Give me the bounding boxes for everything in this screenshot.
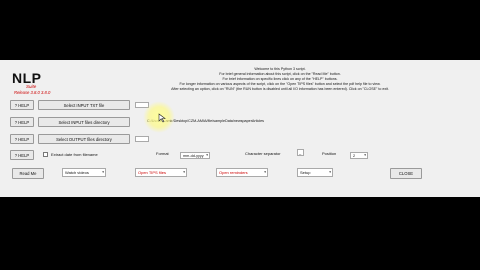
select-input-txt-button[interactable]: Select INPUT TXT file xyxy=(38,100,130,110)
help-button-input-txt[interactable]: ? HELP xyxy=(10,100,34,110)
chevron-down-icon: ▾ xyxy=(206,153,208,157)
watch-videos-select[interactable]: Watch videos ▾ xyxy=(62,168,106,177)
select-input-dir-button[interactable]: Select INPUT files directory xyxy=(38,117,130,127)
extract-date-label: Extract date from filename xyxy=(51,152,98,157)
watch-videos-label: Watch videos xyxy=(65,170,89,175)
intro-line: After selecting an option, click on "RUN… xyxy=(171,87,389,91)
open-reminders-select[interactable]: Open reminders ▾ xyxy=(216,168,268,177)
format-label: Format xyxy=(156,151,169,156)
separator-label: Character separator xyxy=(245,151,281,156)
open-reminders-label: Open reminders xyxy=(219,170,248,175)
help-button-output-dir[interactable]: ? HELP xyxy=(10,134,34,144)
position-value: 2 xyxy=(353,153,356,158)
nlp-logo-suite: Suite xyxy=(26,84,37,89)
position-select[interactable]: 2 ▾ xyxy=(350,152,368,159)
extract-date-checkbox[interactable] xyxy=(43,152,48,157)
chevron-down-icon: ▾ xyxy=(329,170,331,174)
mouse-pointer-icon xyxy=(158,113,166,123)
format-select[interactable]: mm-dd-yyyy ▾ xyxy=(180,152,210,159)
chevron-down-icon: ▾ xyxy=(102,170,104,174)
setup-select[interactable]: Setup ▾ xyxy=(297,168,333,177)
intro-text: Welcome to this Python 3 script. For bri… xyxy=(155,67,405,92)
close-button[interactable]: CLOSE xyxy=(390,168,422,179)
chevron-down-icon: ▾ xyxy=(183,170,185,174)
open-tips-select[interactable]: Open TIPS files ▾ xyxy=(135,168,187,177)
format-value: mm-dd-yyyy xyxy=(183,153,204,158)
release-label: Release 3.8.0 3.8.0 xyxy=(14,90,51,95)
app-window: NLP Suite Release 3.8.0 3.8.0 Welcome to… xyxy=(0,60,480,197)
setup-label: Setup xyxy=(300,170,311,175)
help-button-options[interactable]: ? HELP xyxy=(10,150,34,160)
chevron-down-icon: ▾ xyxy=(364,153,366,157)
position-label: Position xyxy=(322,151,337,156)
read-me-button[interactable]: Read Me xyxy=(12,168,44,179)
separator-input[interactable]: _ xyxy=(297,149,304,156)
chevron-down-icon: ▾ xyxy=(264,170,266,174)
select-output-dir-button[interactable]: Select OUTPUT files directory xyxy=(38,134,130,144)
open-tips-label: Open TIPS files xyxy=(138,170,166,175)
help-button-input-dir[interactable]: ? HELP xyxy=(10,117,34,127)
output-dir-field[interactable] xyxy=(135,136,149,142)
